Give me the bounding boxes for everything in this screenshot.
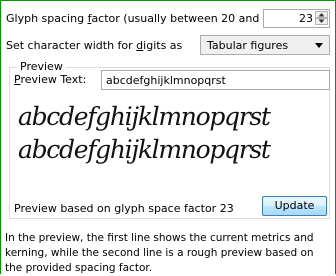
- digit-width-select[interactable]: Tabular figures: [200, 35, 330, 55]
- preview-line-spacing: abcdefghijklmnopqrst: [18, 135, 271, 164]
- chevron-down-icon: [315, 43, 323, 48]
- spin-down-button[interactable]: [315, 18, 328, 25]
- arrow-up-icon: [318, 13, 325, 17]
- char-width-label: Set character width for digits as: [6, 39, 183, 52]
- preview-status: Preview based on glyph space factor 23: [14, 202, 234, 215]
- preview-text-label: Preview Text:: [14, 73, 87, 86]
- preview-text-input[interactable]: [101, 70, 330, 90]
- preview-description: In the preview, the first line shows the…: [5, 232, 314, 274]
- digit-width-selected: Tabular figures: [207, 39, 289, 52]
- spacing-factor-label: Glyph spacing factor (usually between 20…: [6, 12, 282, 25]
- spacing-factor-spinner[interactable]: 23: [263, 9, 330, 28]
- spin-up-button[interactable]: [315, 11, 328, 18]
- preview-line-current: abcdefghijklmnopqrst: [18, 102, 271, 131]
- preview-group-label: Preview: [17, 60, 66, 73]
- arrow-down-icon: [318, 19, 325, 23]
- preview-text-field[interactable]: [102, 71, 329, 89]
- spacing-factor-value[interactable]: 23: [299, 12, 313, 25]
- update-button[interactable]: Update: [262, 196, 327, 216]
